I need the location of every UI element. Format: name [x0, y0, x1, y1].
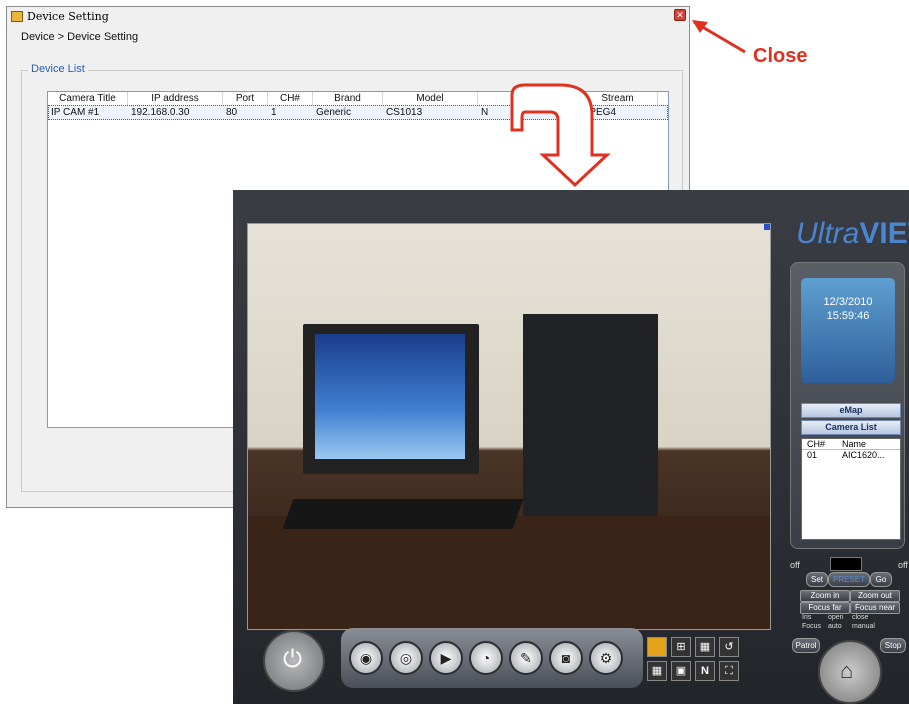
layout-9-icon[interactable]: ▦: [695, 637, 715, 657]
preset-display: [830, 557, 862, 571]
power-button[interactable]: ⏻: [263, 630, 325, 692]
ptz-control-panel: off off Set PRESET Go Zoom in Zoom out F…: [790, 550, 909, 704]
side-panel: 12/3/2010 15:59:46 eMap Camera List CH# …: [790, 262, 905, 549]
play-icon[interactable]: ▶: [429, 641, 463, 675]
focus-manual-button[interactable]: manual: [852, 623, 875, 630]
video-corner-marker: [764, 224, 770, 230]
clock-display: 12/3/2010 15:59:46: [801, 278, 895, 383]
camera-video-view[interactable]: [247, 223, 771, 630]
rotate-icon[interactable]: ↺: [719, 637, 739, 657]
channel-col-ch: CH#: [807, 439, 826, 449]
iris-close-button[interactable]: close: [852, 614, 868, 621]
video-monitor-shape: [303, 324, 479, 474]
video-screen-shape: [315, 334, 465, 459]
pan-tilt-pad[interactable]: ⌂: [818, 640, 882, 704]
layout-16-icon[interactable]: ▦: [647, 661, 667, 681]
audio-off-right[interactable]: off: [898, 560, 908, 570]
iris-label: Iris: [802, 614, 812, 621]
clock-date: 12/3/2010: [823, 296, 873, 308]
patrol-button[interactable]: Patrol: [792, 638, 820, 653]
channel-cell-ch: 01: [807, 450, 818, 460]
set-button[interactable]: Set: [806, 572, 828, 587]
camera-list-button[interactable]: Camera List: [801, 420, 901, 435]
channel-col-name: Name: [842, 439, 867, 449]
snapshot-icon[interactable]: ◙: [549, 641, 583, 675]
curved-arrow-icon: [510, 83, 611, 188]
focus-label: Focus: [802, 623, 822, 630]
close-annotation-label: Close: [753, 45, 808, 67]
edit-icon[interactable]: ✎: [509, 641, 543, 675]
focus-auto-button[interactable]: auto: [828, 623, 842, 630]
logo-view: VIEW: [859, 217, 909, 250]
ultraview-logo: UltraVIEW: [796, 217, 909, 251]
preset-button[interactable]: PRESET: [828, 572, 870, 587]
stop-button[interactable]: Stop: [880, 638, 906, 653]
layout-selector: ⊞ ▦ ↺ ▦ ▣ N ⛶: [645, 635, 747, 685]
channel-cell-name: AIC1620...: [842, 450, 885, 460]
webcam-icon[interactable]: ◔: [469, 641, 503, 675]
record-icon[interactable]: ◉: [349, 641, 383, 675]
channel-list[interactable]: CH# Name 01 AIC1620...: [801, 438, 901, 540]
power-icon: ⏻: [283, 646, 302, 673]
iris-open-button[interactable]: open: [828, 614, 844, 621]
fullscreen-icon[interactable]: ⛶: [719, 661, 739, 681]
focus-far-button[interactable]: Focus far: [800, 602, 850, 614]
main-toolbar: ◉ ◎ ▶ ◔ ✎ ◙ ⚙: [341, 628, 643, 688]
zoom-out-button[interactable]: Zoom out: [850, 590, 900, 602]
layout-1-icon[interactable]: [647, 637, 667, 657]
audio-off-left[interactable]: off: [790, 560, 800, 570]
settings-gear-icon[interactable]: ⚙: [589, 641, 623, 675]
emap-button[interactable]: eMap: [801, 403, 901, 418]
zoom-in-button[interactable]: Zoom in: [800, 590, 850, 602]
ultraview-window: UltraVIEW 12/3/2010 15:59:46 eMap Camera…: [233, 190, 909, 704]
clock-time: 15:59:46: [826, 310, 870, 322]
focus-near-button[interactable]: Focus near: [850, 602, 900, 614]
video-keyboard-shape: [282, 499, 524, 529]
view-icon[interactable]: ◎: [389, 641, 423, 675]
video-desk-shape: [248, 516, 770, 629]
list-item[interactable]: 01 AIC1620...: [802, 450, 900, 460]
home-icon: ⌂: [840, 658, 854, 683]
channel-list-header: CH# Name: [802, 439, 900, 450]
close-pointer-arrow-icon: [692, 20, 746, 54]
layout-custom-icon[interactable]: ▣: [671, 661, 691, 681]
logo-ultra: Ultra: [796, 217, 860, 250]
layout-4-icon[interactable]: ⊞: [671, 637, 691, 657]
go-button[interactable]: Go: [870, 572, 892, 587]
video-pc-shape: [523, 314, 658, 524]
layout-n-icon[interactable]: N: [695, 661, 715, 681]
